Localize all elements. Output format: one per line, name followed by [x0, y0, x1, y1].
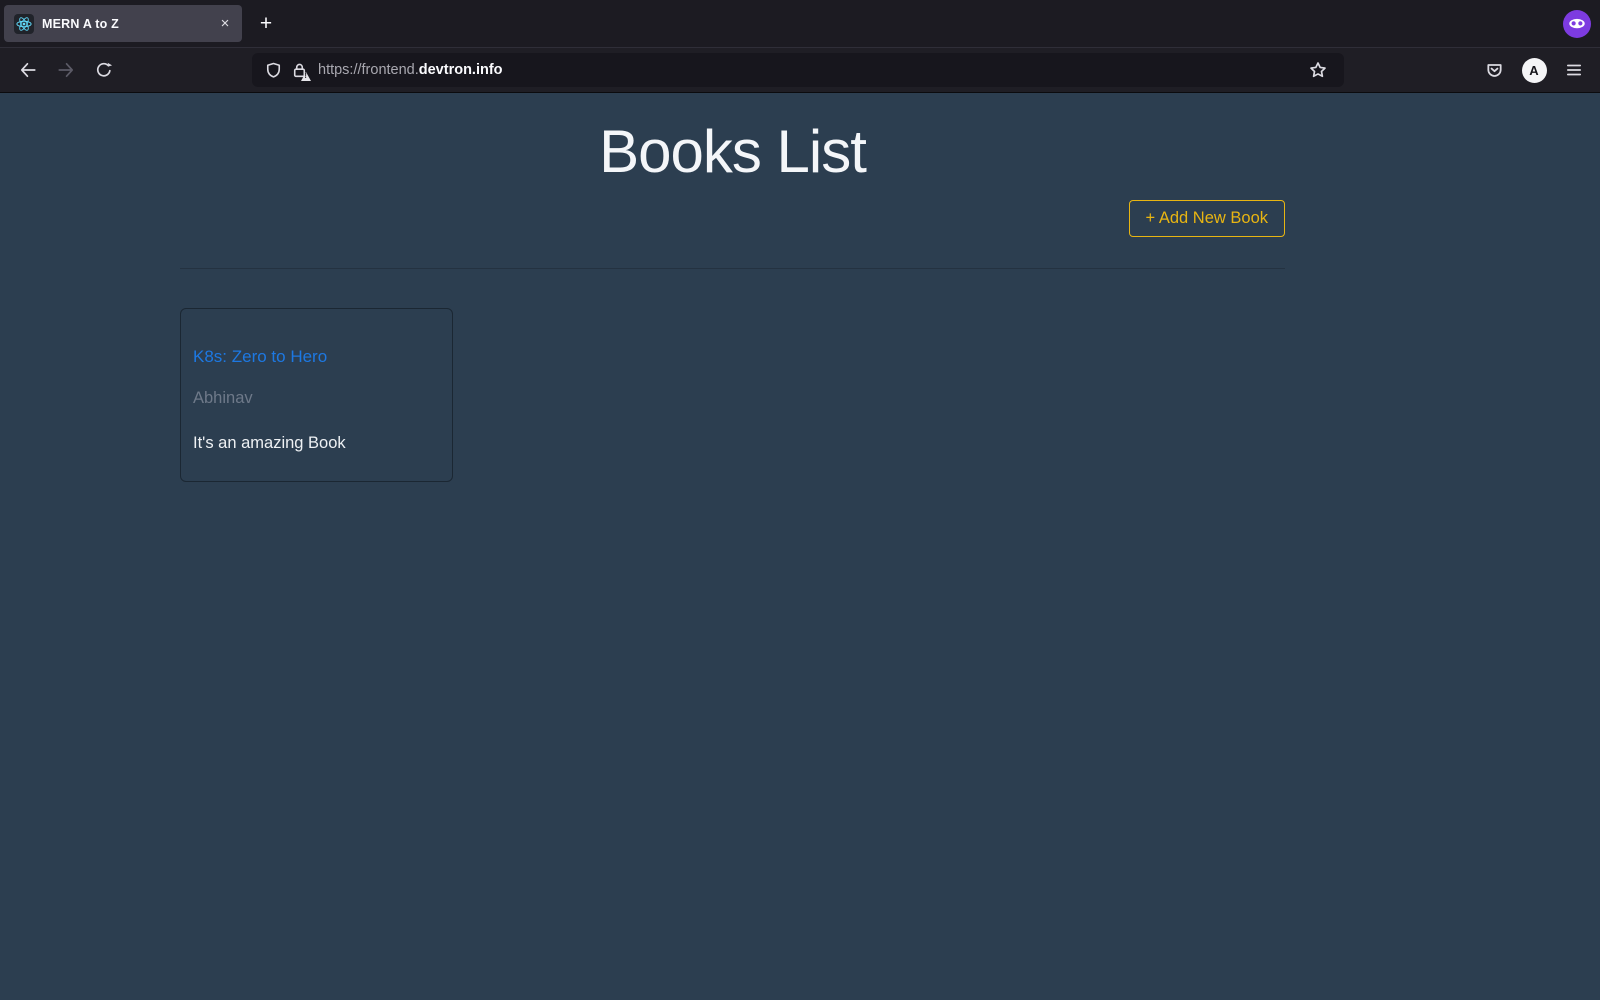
content-container: Books List + Add New Book K8s: Zero to H…	[180, 117, 1285, 482]
tab-close-icon[interactable]: ×	[214, 13, 236, 35]
tab-mern-a-to-z[interactable]: MERN A to Z ×	[4, 5, 242, 42]
navigation-toolbar: https://frontend.devtron.info A	[0, 47, 1600, 93]
account-avatar: A	[1521, 57, 1547, 83]
private-browsing-mask-icon	[1563, 9, 1591, 38]
url-prefix: https://frontend.	[318, 62, 419, 78]
toolbar-right-icons: A	[1476, 54, 1600, 86]
divider	[180, 268, 1285, 269]
book-description: It's an amazing Book	[193, 434, 346, 452]
page-content: Books List + Add New Book K8s: Zero to H…	[0, 93, 1600, 999]
back-button[interactable]	[10, 54, 46, 86]
forward-button[interactable]	[48, 54, 84, 86]
url-bar[interactable]: https://frontend.devtron.info	[252, 53, 1344, 87]
url-domain: devtron.info	[418, 62, 503, 78]
bookmark-star-button[interactable]	[1300, 54, 1336, 86]
reload-button[interactable]	[86, 54, 122, 86]
add-new-book-button[interactable]: + Add New Book	[1128, 200, 1285, 237]
tab-title: MERN A to Z	[42, 16, 119, 31]
button-row: + Add New Book	[180, 200, 1285, 237]
account-button[interactable]: A	[1516, 54, 1552, 86]
tab-bar: MERN A to Z × +	[0, 0, 1600, 47]
book-title-link[interactable]: K8s: Zero to Hero	[193, 347, 327, 367]
lock-warning-icon[interactable]	[286, 57, 312, 83]
pocket-icon[interactable]	[1476, 54, 1512, 86]
react-logo-icon	[14, 13, 34, 34]
book-card: K8s: Zero to Hero Abhinav It's an amazin…	[180, 308, 453, 482]
new-tab-button[interactable]: +	[251, 9, 281, 39]
book-author: Abhinav	[193, 389, 253, 407]
page-title: Books List	[599, 118, 867, 185]
shield-icon[interactable]	[260, 57, 286, 83]
menu-icon[interactable]	[1556, 54, 1592, 86]
url-text: https://frontend.devtron.info	[318, 62, 1300, 78]
